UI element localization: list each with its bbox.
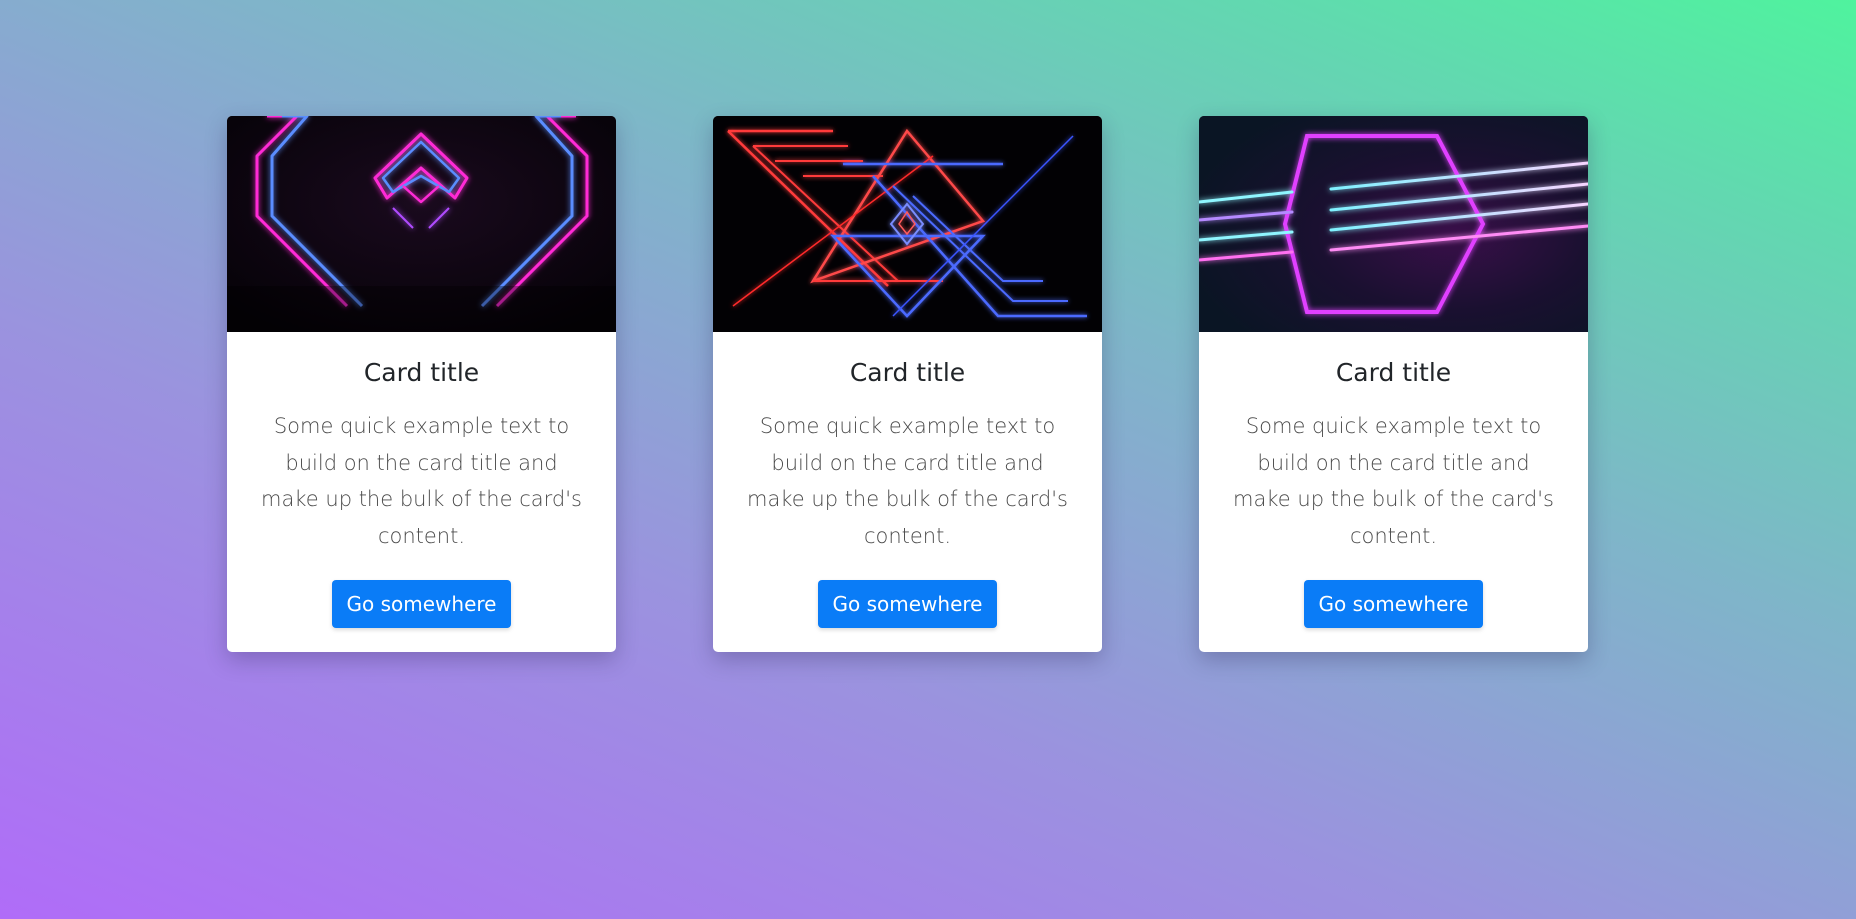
card-title: Card title [363,358,480,387]
go-somewhere-button[interactable]: Go somewhere [817,580,998,628]
neon-hexagon-image [1199,116,1588,332]
card-1: Card title Some quick example text to bu… [227,116,616,652]
neon-diamond-tunnel-image [227,116,616,332]
go-somewhere-button[interactable]: Go somewhere [331,580,512,628]
card-deck: Card title Some quick example text to bu… [227,116,1588,652]
card-body: Card title Some quick example text to bu… [713,332,1102,652]
go-somewhere-button[interactable]: Go somewhere [1303,580,1484,628]
card-body: Card title Some quick example text to bu… [1199,332,1588,652]
card-title: Card title [1335,358,1452,387]
card-3: Card title Some quick example text to bu… [1199,116,1588,652]
card-2: Card title Some quick example text to bu… [713,116,1102,652]
card-text: Some quick example text to build on the … [1233,414,1554,548]
card-body: Card title Some quick example text to bu… [227,332,616,652]
neon-triangles-image [713,116,1102,332]
card-title: Card title [849,358,966,387]
card-text: Some quick example text to build on the … [261,414,582,548]
card-text: Some quick example text to build on the … [747,414,1068,548]
